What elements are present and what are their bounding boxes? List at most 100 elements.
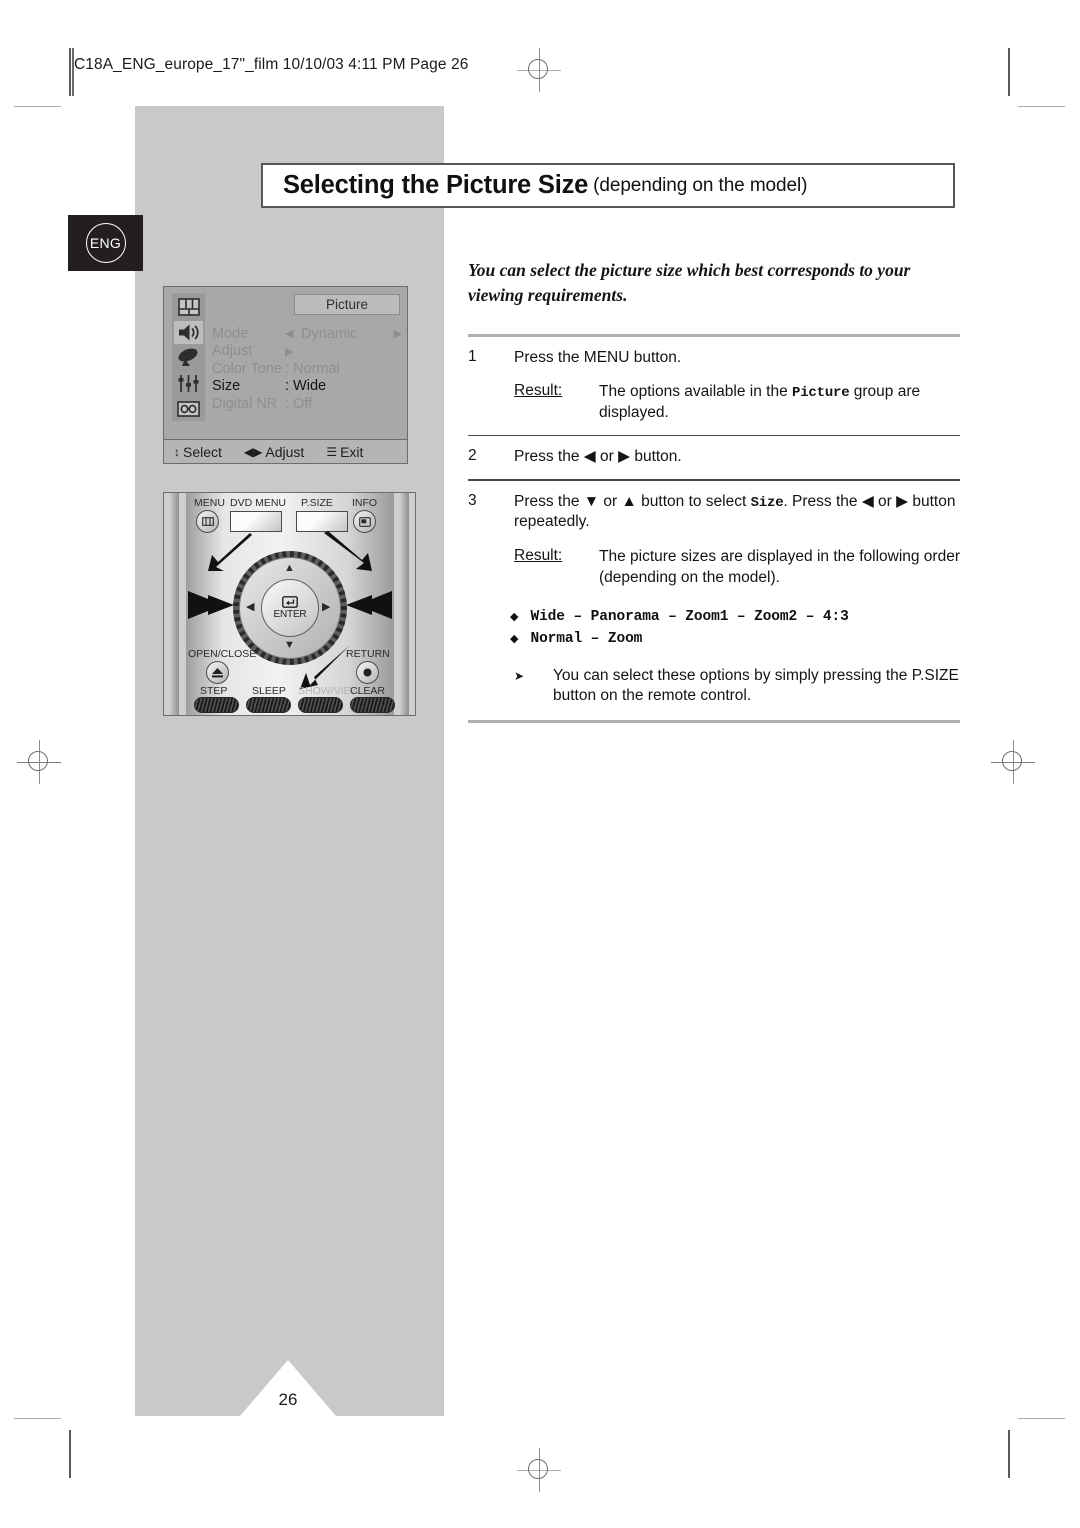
osd-row-size-value: : Wide [285, 378, 327, 395]
osd-row-mode[interactable]: Mode ◀ Dynamic ▶ [212, 325, 402, 343]
list-item-text: Wide – Panorama – Zoom1 – Zoom2 – 4:3 [530, 608, 849, 625]
step-button[interactable] [194, 697, 239, 713]
list-item: ◆ Wide – Panorama – Zoom1 – Zoom2 – 4:3 [510, 609, 960, 625]
osd-footer-bar: ↕ Select ◀▶ Adjust ☰ Exit [164, 439, 407, 463]
remote-label-step: STEP [200, 685, 228, 697]
info-button[interactable] [353, 510, 376, 533]
step-1-text: Press the MENU button. [514, 348, 682, 366]
annotation-arrow-left [188, 591, 234, 619]
annotation-arrow-menu [208, 533, 252, 571]
step-1-result-text: The options available in the Picture gro… [599, 382, 960, 424]
instructions-panel: You can select the picture size which be… [468, 258, 960, 724]
remote-left-edge [170, 493, 179, 715]
step-2-text: Press the ◀ or ▶ button. [514, 448, 682, 466]
step-3: 3 Press the ▼ or ▲ button to select Size… [468, 481, 960, 545]
enter-button[interactable]: ENTER [261, 579, 319, 637]
osd-row-mode-label: Mode [212, 325, 249, 342]
page-title-sub: (depending on the model) [593, 174, 808, 196]
menu-button[interactable] [196, 510, 219, 533]
dpad-right-arrow-icon[interactable]: ▶ [322, 600, 330, 613]
trim-line-right-bottom [1008, 1430, 1010, 1478]
page-header-text: C18A_ENG_europe_17"_film 10/10/03 4:11 P… [74, 56, 469, 73]
osd-row-adjust-label: Adjust [212, 343, 253, 360]
language-badge-label: ENG [85, 223, 126, 263]
note-text: You can select these options by simply p… [553, 666, 959, 705]
page-number-text: 26 [278, 1390, 298, 1409]
osd-tab-picture[interactable]: Picture [294, 294, 400, 315]
step-3-text: Press the ▼ or ▲ button to select Size. … [514, 492, 960, 534]
step-3-result-text: The picture sizes are displayed in the f… [599, 548, 960, 586]
osd-row-color-tone-label: Color Tone [212, 360, 282, 377]
dvd-menu-button[interactable] [230, 511, 282, 532]
step-1-result-label: Result: [514, 382, 563, 400]
page-number-badge: 26 [240, 1360, 336, 1416]
left-right-arrows-icon: ◀▶ [243, 444, 263, 459]
open-close-button[interactable] [206, 661, 229, 684]
language-badge: ENG [68, 215, 143, 271]
registration-mark-left [17, 740, 61, 784]
arrow-bullet-glyph: ➤ [514, 668, 525, 683]
osd-footer-select-label: Select [183, 443, 222, 460]
step-1-number: 1 [468, 347, 477, 365]
caret-right-icon[interactable]: ▶ [394, 327, 402, 340]
remote-label-menu: MENU [194, 497, 225, 509]
osd-row-digital-nr-value: : Off [285, 395, 313, 412]
show-view-button[interactable] [298, 697, 343, 713]
page-title-main: Selecting the Picture Size [283, 171, 589, 199]
satellite-dish-icon [174, 346, 203, 370]
list-item: ◆ Normal – Zoom [510, 631, 960, 647]
osd-icon-column [172, 293, 205, 421]
clear-button[interactable] [350, 697, 395, 713]
step-3-result: Result: The picture sizes are displayed … [468, 544, 960, 600]
osd-row-adjust-caret: ▶ [285, 345, 294, 358]
dot-icon [363, 668, 372, 677]
remote-body: MENU DVD MENU P.SIZE INFO ▲ ▼ ◀ ▶ ENTER … [186, 493, 395, 715]
step-1: 1 Press the MENU button. [468, 337, 960, 380]
osd-row-size[interactable]: Size : Wide [212, 378, 402, 396]
caret-left-icon[interactable]: ◀ [285, 327, 301, 340]
osd-row-adjust[interactable]: Adjust ▶ [212, 343, 402, 361]
osd-row-color-tone[interactable]: Color Tone : Normal [212, 360, 402, 378]
osd-row-digital-nr[interactable]: Digital NR : Off [212, 395, 402, 413]
osd-row-color-tone-value: : Normal [285, 360, 340, 377]
step-2-number: 2 [468, 447, 477, 465]
return-button[interactable] [356, 661, 379, 684]
registration-mark-right [991, 740, 1035, 784]
trim-line-left-bottom [69, 1430, 71, 1478]
remote-label-psize: P.SIZE [301, 497, 333, 509]
osd-footer-adjust-label: Adjust [265, 443, 305, 460]
remote-label-clear: CLEAR [350, 685, 386, 697]
dpad-down-arrow-icon[interactable]: ▼ [284, 639, 295, 651]
step-3-number: 3 [468, 491, 477, 509]
dpad-left-arrow-icon[interactable]: ◀ [246, 600, 254, 613]
osd-row-size-label: Size [212, 378, 241, 395]
osd-footer-exit: ☰ Exit [326, 444, 363, 460]
step-3-text-mono: Size [750, 494, 784, 511]
osd-footer-select: ↕ Select [174, 444, 222, 460]
trim-line-left-top [69, 48, 71, 96]
remote-label-sleep: SLEEP [252, 685, 286, 697]
osd-footer-exit-label: Exit [340, 443, 364, 460]
registration-mark-bottom [517, 1448, 561, 1492]
crop-mark-top-right [1018, 106, 1065, 108]
registration-mark-top [517, 48, 561, 92]
screen-grid-icon [174, 295, 203, 319]
remote-label-open-close: OPEN/CLOSE [188, 648, 257, 660]
up-down-arrows-icon: ↕ [174, 444, 180, 459]
picture-size-order-list: ◆ Wide – Panorama – Zoom1 – Zoom2 – 4:3 … [510, 609, 960, 647]
osd-body: Picture Mode ◀ Dynamic ▶ Adjust ▶ Color … [164, 287, 407, 426]
diamond-bullet-icon: ◆ [510, 632, 519, 645]
step-3-result-label: Result: [514, 547, 563, 565]
psize-button[interactable] [296, 511, 348, 532]
dpad-up-arrow-icon[interactable]: ▲ [284, 562, 295, 574]
intro-text: You can select the picture size which be… [468, 260, 911, 305]
step-2: 2 Press the ◀ or ▶ button. [468, 436, 960, 479]
osd-row-list: Mode ◀ Dynamic ▶ Adjust ▶ Color Tone : N… [212, 325, 402, 413]
annotation-arrow-right [346, 591, 392, 619]
sleep-button[interactable] [246, 697, 291, 713]
osd-footer-adjust: ◀▶ Adjust [244, 444, 304, 460]
crop-mark-top-left [14, 106, 61, 108]
osd-menu-illustration: Picture Mode ◀ Dynamic ▶ Adjust ▶ Color … [163, 286, 408, 464]
divider-bottom [468, 720, 960, 724]
osd-row-digital-nr-label: Digital NR [212, 395, 278, 412]
